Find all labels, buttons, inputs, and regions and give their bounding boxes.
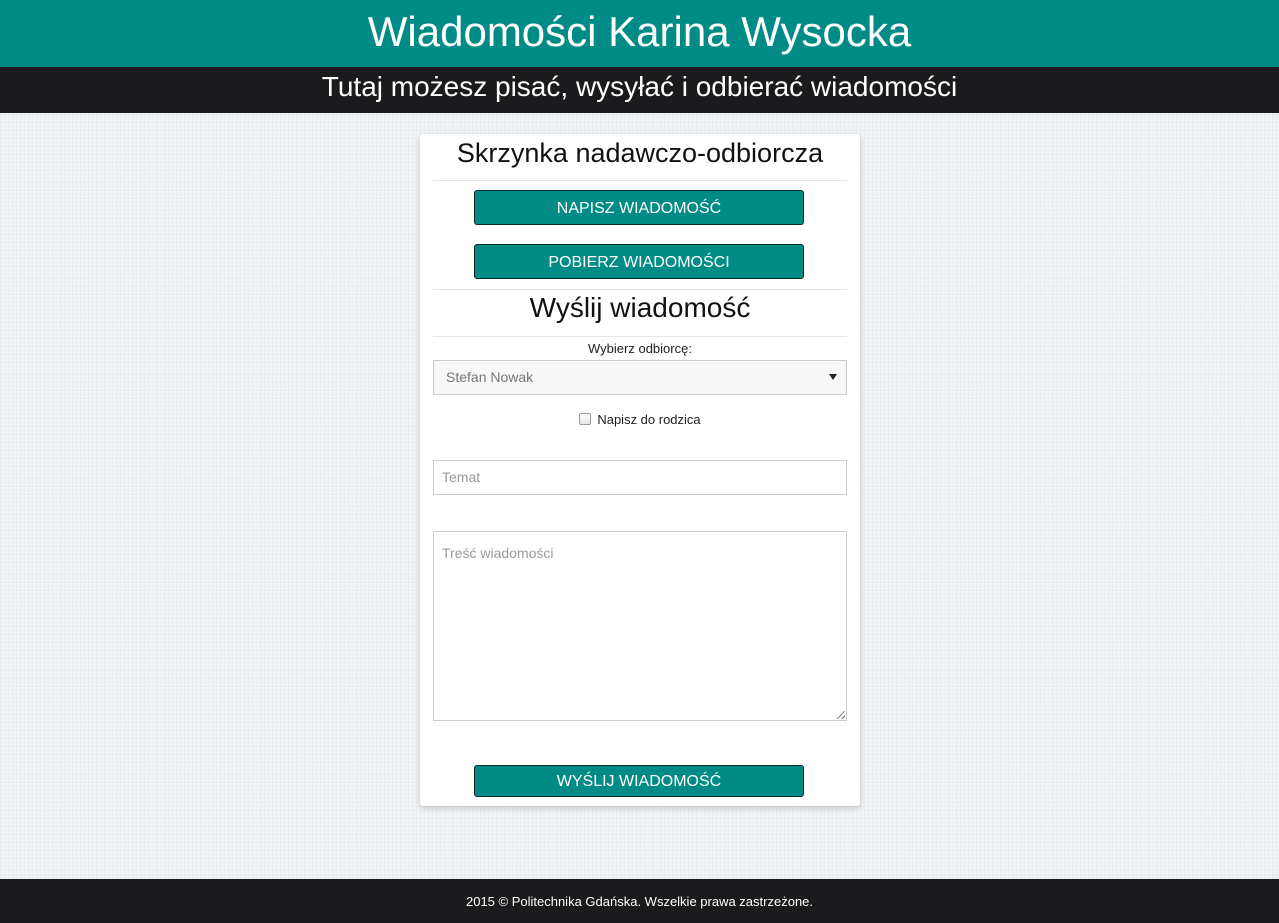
fetch-messages-button[interactable]: POBIERZ WIADOMOŚCI (474, 244, 804, 279)
site-header: Wiadomości Karina Wysocka (0, 0, 1279, 67)
write-message-button[interactable]: NAPISZ WIADOMOŚĆ (474, 190, 804, 225)
parent-checkbox-row: Napisz do rodzica (420, 412, 860, 427)
message-body-textarea[interactable]: Treść wiadomości (433, 531, 847, 721)
send-message-button[interactable]: WYŚLIJ WIADOMOŚĆ (474, 765, 804, 797)
parent-checkbox-label[interactable]: Napisz do rodzica (597, 412, 700, 427)
subject-placeholder: Temat (442, 469, 481, 485)
recipient-selected-value: Stefan Nowak (446, 369, 534, 385)
recipient-label: Wybierz odbiorcę: (588, 341, 692, 356)
compose-title: Wyślij wiadomość (529, 292, 751, 323)
subject-input[interactable]: Temat (433, 460, 847, 495)
caret-down-icon (829, 374, 837, 380)
divider (433, 289, 847, 290)
recipient-select[interactable]: Stefan Nowak (433, 360, 847, 395)
site-subheader: Tutaj możesz pisać, wysyłać i odbierać w… (0, 67, 1279, 113)
divider (433, 180, 847, 181)
parent-checkbox[interactable] (579, 413, 592, 425)
resize-handle-icon[interactable] (837, 711, 845, 719)
mailbox-panel: Skrzynka nadawczo-odbiorcza NAPISZ WIADO… (420, 134, 860, 806)
panel-title: Skrzynka nadawczo-odbiorcza (456, 138, 824, 168)
site-title: Wiadomości Karina Wysocka (367, 8, 912, 55)
site-footer: 2015 © Politechnika Gdańska. Wszelkie pr… (0, 879, 1279, 923)
divider (433, 336, 847, 337)
site-subtitle: Tutaj możesz pisać, wysyłać i odbierać w… (321, 71, 958, 102)
message-body-placeholder: Treść wiadomości (442, 545, 554, 561)
footer-copyright: 2015 © Politechnika Gdańska. Wszelkie pr… (465, 894, 814, 909)
